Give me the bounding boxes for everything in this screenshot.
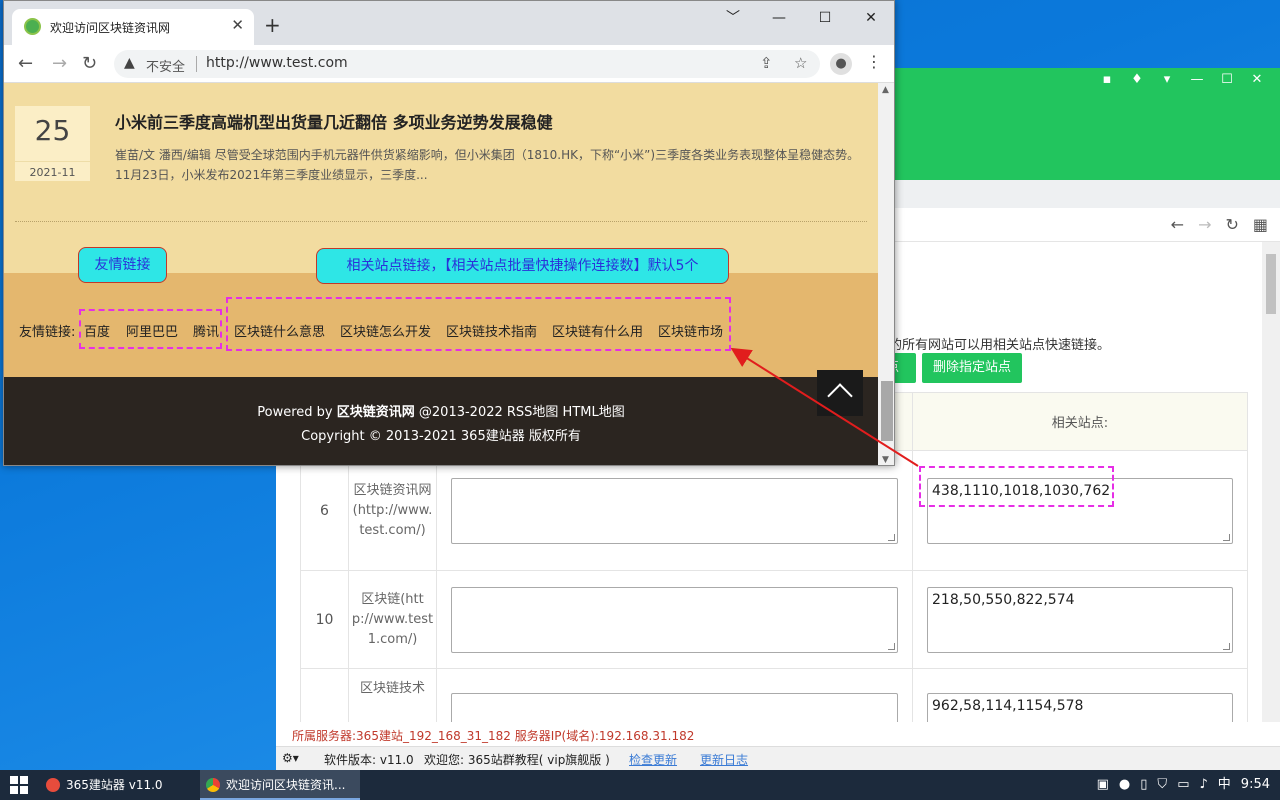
- shield-icon[interactable]: ⛉: [1157, 770, 1167, 800]
- apple-tray-icon[interactable]: ●: [1119, 770, 1130, 800]
- chrome-icon: [206, 778, 220, 792]
- apple-icon: [46, 778, 60, 792]
- volume-icon[interactable]: ♪: [1199, 770, 1207, 800]
- taskbar: 365建站器 v11.0 欢迎访问区块链资讯... ▣ ● ▯ ⛉ ▭ ♪ 中 …: [0, 770, 1280, 800]
- clock[interactable]: 9:54: [1241, 770, 1270, 800]
- taskbar-app-chrome[interactable]: 欢迎访问区块链资讯...: [200, 770, 360, 800]
- usb-icon[interactable]: ▯: [1140, 770, 1147, 800]
- annotation-arrow: [730, 347, 919, 467]
- windows-start-icon[interactable]: [10, 776, 28, 794]
- system-tray: ▣ ● ▯ ⛉ ▭ ♪ 中 9:54: [1097, 770, 1270, 800]
- monitor-icon[interactable]: ▭: [1177, 770, 1189, 800]
- taskbar-app-365[interactable]: 365建站器 v11.0: [40, 770, 196, 800]
- network-app-icon[interactable]: ▣: [1097, 770, 1109, 800]
- ime-indicator[interactable]: 中: [1218, 770, 1231, 800]
